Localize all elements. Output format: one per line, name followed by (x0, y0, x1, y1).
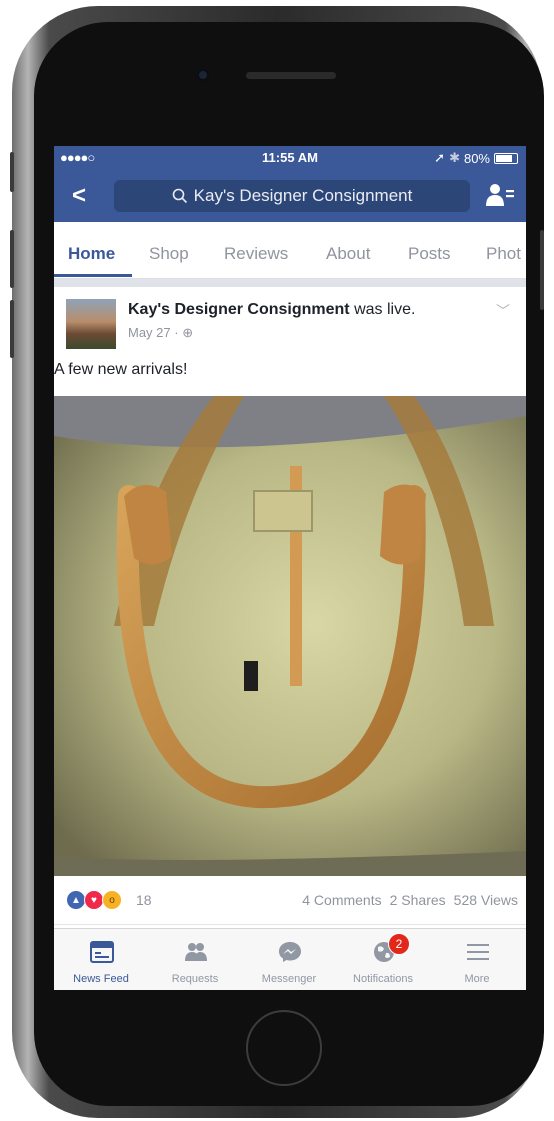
post-stats: 4 Comments 2 Shares 528 Views (302, 892, 518, 908)
reaction-icons[interactable]: ▲ ♥ o (66, 890, 122, 910)
friends-icon (185, 943, 207, 961)
tab-messenger[interactable]: Messenger (242, 929, 336, 990)
handbag-image (54, 396, 526, 876)
battery-icon (494, 152, 518, 164)
reactions-bar: ▲ ♥ o 18 4 Comments 2 Shares 528 Views (54, 876, 526, 925)
like-icon: ▲ (66, 890, 86, 910)
status-bar: ●●●●○ 11:55 AM ➚ ✱ 80% (54, 146, 526, 170)
tab-more[interactable]: More (430, 929, 524, 990)
tab-photos[interactable]: Phot (486, 244, 521, 264)
volume-up-button (10, 230, 14, 288)
page-name-link[interactable]: Kay's Designer Consignment (128, 301, 350, 318)
power-button (540, 230, 544, 310)
tab-messenger-label: Messenger (261, 973, 317, 985)
back-button[interactable]: < (72, 182, 86, 210)
tab-news-feed-label: News Feed (73, 973, 129, 985)
chevron-down-icon[interactable]: ﹀ (496, 301, 510, 321)
status-right: ➚ ✱ 80% (434, 150, 518, 166)
globe-icon: ⊕ (182, 325, 194, 340)
home-button[interactable] (246, 1010, 322, 1086)
post-meta: May 27 · ⊕ (128, 325, 193, 341)
app-screen: ●●●●○ 11:55 AM ➚ ✱ 80% < Kay's Designer … (54, 146, 526, 990)
post-date[interactable]: May 27 · (128, 325, 182, 340)
front-camera (196, 68, 210, 82)
top-nav-bar: < Kay's Designer Consignment (54, 170, 526, 222)
messenger-icon (279, 942, 301, 962)
comments-count[interactable]: 4 Comments (302, 892, 381, 908)
post-title: Kay's Designer Consignment was live. (128, 301, 415, 319)
tab-notifications[interactable]: 2 Notifications (336, 929, 430, 990)
mute-switch (10, 152, 14, 192)
post-text: A few new arrivals! (54, 361, 188, 378)
tab-more-label: More (464, 973, 490, 985)
battery-percent: 80% (463, 150, 490, 166)
notification-badge: 2 (388, 933, 410, 955)
news-feed-icon (90, 941, 114, 963)
tab-shop[interactable]: Shop (149, 244, 189, 264)
feed-divider (54, 279, 526, 287)
wow-icon: o (102, 890, 122, 910)
active-tab-indicator (54, 274, 132, 277)
location-icon: ➚ (434, 150, 446, 165)
page-tabs: Home Shop Reviews About Posts Phot (54, 222, 526, 279)
love-icon: ♥ (84, 890, 104, 910)
page-avatar[interactable] (66, 299, 116, 349)
tab-notifications-label: Notifications (353, 973, 413, 985)
tab-about[interactable]: About (326, 244, 370, 264)
live-video[interactable] (54, 396, 526, 876)
views-count[interactable]: 528 Views (454, 892, 518, 908)
search-icon (172, 188, 187, 204)
earpiece-speaker (246, 72, 336, 79)
tab-requests-label: Requests (171, 973, 219, 985)
volume-down-button (10, 300, 14, 358)
reaction-count[interactable]: 18 (136, 892, 152, 908)
friend-requests-icon[interactable] (486, 182, 514, 208)
tab-news-feed[interactable]: News Feed (54, 929, 148, 990)
menu-icon (467, 944, 489, 960)
tab-home[interactable]: Home (68, 244, 115, 264)
search-bar[interactable]: Kay's Designer Consignment (114, 180, 470, 212)
tab-requests[interactable]: Requests (148, 929, 242, 990)
tab-posts[interactable]: Posts (408, 244, 451, 264)
post-action: was live. (349, 301, 416, 318)
bottom-tab-bar: News Feed Requests Messenger 2 Notificat… (54, 928, 526, 990)
shares-count[interactable]: 2 Shares (390, 892, 446, 908)
bluetooth-icon: ✱ (449, 150, 460, 165)
tab-reviews[interactable]: Reviews (224, 244, 288, 264)
post-header: Kay's Designer Consignment was live. May… (54, 287, 526, 361)
search-text: Kay's Designer Consignment (193, 186, 413, 205)
